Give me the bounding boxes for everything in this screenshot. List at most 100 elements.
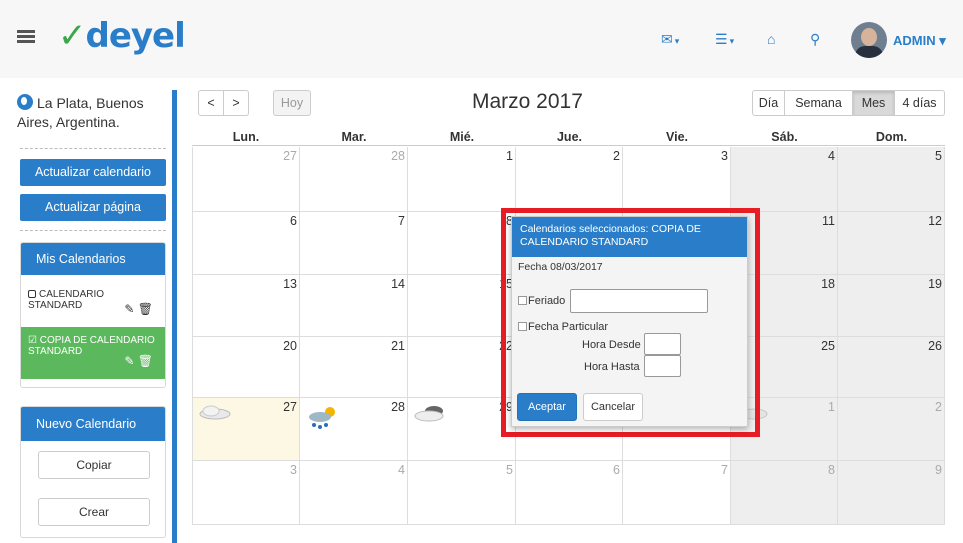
- tasks-icon[interactable]: ☰ ▾: [715, 31, 734, 48]
- weekday-header: Lun.: [192, 130, 300, 146]
- from-time-input[interactable]: [644, 333, 681, 355]
- day-cell[interactable]: 8: [731, 461, 838, 525]
- day-cell[interactable]: 3: [623, 147, 731, 212]
- update-calendar-button[interactable]: Actualizar calendario: [20, 159, 166, 186]
- holiday-checkbox[interactable]: [518, 296, 527, 305]
- deyel-logo[interactable]: ✓deyel: [58, 16, 186, 56]
- next-button[interactable]: >: [223, 90, 249, 116]
- trash-icon[interactable]: 🗑: [138, 354, 153, 368]
- day-number: 6: [613, 463, 620, 477]
- prev-button[interactable]: <: [198, 90, 224, 116]
- day-cell[interactable]: 15: [408, 275, 516, 337]
- user-menu[interactable]: ADMIN ▾: [893, 33, 946, 49]
- day-number: 4: [828, 149, 835, 163]
- day-cell[interactable]: 7: [623, 461, 731, 525]
- cloudy-icon: [414, 404, 448, 425]
- day-cell[interactable]: 5: [408, 461, 516, 525]
- day-number: 19: [928, 277, 942, 291]
- day-number: 20: [283, 339, 297, 353]
- day-cell[interactable]: 3: [192, 461, 300, 525]
- day-number: 21: [391, 339, 405, 353]
- day-cell[interactable]: 5: [838, 147, 945, 212]
- globe-icon: [17, 94, 33, 110]
- day-number: 28: [391, 400, 405, 414]
- weekday-header: Mar.: [300, 130, 408, 146]
- location: La Plata, Buenos Aires, Argentina.: [17, 94, 144, 130]
- view-day-button[interactable]: Día: [752, 90, 785, 116]
- my-calendars-title: Mis Calendarios: [21, 243, 165, 275]
- weekday-header: Sáb.: [731, 130, 838, 146]
- day-cell[interactable]: 7: [300, 212, 408, 275]
- view-month-button[interactable]: Mes: [852, 90, 895, 116]
- day-cell[interactable]: 27: [192, 147, 300, 212]
- day-cell[interactable]: 2: [516, 147, 623, 212]
- day-number: 2: [613, 149, 620, 163]
- day-number: 8: [828, 463, 835, 477]
- day-number: 18: [821, 277, 835, 291]
- avatar[interactable]: [851, 22, 887, 58]
- divider: [20, 230, 166, 231]
- day-number: 7: [398, 214, 405, 228]
- day-cell[interactable]: 21: [300, 337, 408, 398]
- today-button[interactable]: Hoy: [273, 90, 311, 116]
- day-number: 5: [506, 463, 513, 477]
- day-number: 25: [821, 339, 835, 353]
- view-week-button[interactable]: Semana: [784, 90, 853, 116]
- checkbox-icon[interactable]: [28, 290, 36, 298]
- calendar-item-standard[interactable]: CALENDARIO STANDARD ✎ 🗑: [21, 281, 165, 327]
- day-cell[interactable]: 6: [192, 212, 300, 275]
- popup-date: Fecha 08/03/2017: [518, 261, 603, 273]
- day-number: 3: [290, 463, 297, 477]
- day-cell[interactable]: 19: [838, 275, 945, 337]
- day-number: 1: [828, 400, 835, 414]
- copy-button[interactable]: Copiar: [38, 451, 150, 479]
- from-label: Hora Desde: [582, 339, 641, 351]
- day-cell[interactable]: 2: [838, 398, 945, 461]
- accept-button[interactable]: Aceptar: [517, 393, 577, 421]
- to-label: Hora Hasta: [584, 361, 640, 373]
- day-cell[interactable]: 28: [300, 147, 408, 212]
- day-number: 1: [506, 149, 513, 163]
- new-calendar-panel: Nuevo Calendario Copiar Crear: [20, 406, 166, 538]
- day-cell[interactable]: 13: [192, 275, 300, 337]
- day-cell[interactable]: 20: [192, 337, 300, 398]
- to-time-input[interactable]: [644, 355, 681, 377]
- day-cell[interactable]: 14: [300, 275, 408, 337]
- day-cell[interactable]: 4: [300, 461, 408, 525]
- holiday-name-input[interactable]: [570, 289, 708, 313]
- weekday-header: Dom.: [838, 130, 945, 146]
- day-number: 3: [721, 149, 728, 163]
- day-number: 13: [283, 277, 297, 291]
- day-cell[interactable]: 8: [408, 212, 516, 275]
- particular-date-option[interactable]: Fecha Particular: [518, 321, 608, 333]
- day-cell[interactable]: 1: [408, 147, 516, 212]
- edit-icon[interactable]: ✎: [124, 354, 134, 368]
- checked-icon[interactable]: ☑: [28, 335, 37, 346]
- day-cell[interactable]: 6: [516, 461, 623, 525]
- rain-sun-icon: [306, 404, 340, 433]
- calendar-item-copy[interactable]: ☑ COPIA DE CALENDARIO STANDARD ✎ 🗑: [21, 327, 165, 379]
- create-button[interactable]: Crear: [38, 498, 150, 526]
- day-cell[interactable]: 4: [731, 147, 838, 212]
- particular-date-checkbox[interactable]: [518, 322, 527, 331]
- day-cell[interactable]: 9: [838, 461, 945, 525]
- day-cell[interactable]: 12: [838, 212, 945, 275]
- trash-icon[interactable]: 🗑: [138, 302, 153, 316]
- weekday-header: Vie.: [623, 130, 731, 146]
- day-number: 4: [398, 463, 405, 477]
- edit-icon[interactable]: ✎: [124, 302, 134, 316]
- day-cell[interactable]: 22: [408, 337, 516, 398]
- day-number: 12: [928, 214, 942, 228]
- calendar-title: Marzo 2017: [472, 90, 583, 113]
- sidebar-scrollbar[interactable]: [172, 90, 177, 543]
- view-4days-button[interactable]: 4 días: [894, 90, 945, 116]
- top-bar: ✓deyel ✉ ▾ ☰ ▾ ⌂ ⚲ ADMIN ▾: [0, 0, 963, 78]
- holiday-option[interactable]: Feriado: [518, 295, 565, 307]
- mail-icon[interactable]: ✉ ▾: [661, 31, 679, 48]
- update-page-button[interactable]: Actualizar página: [20, 194, 166, 221]
- menu-icon[interactable]: [17, 30, 35, 44]
- day-cell[interactable]: 26: [838, 337, 945, 398]
- home-icon[interactable]: ⌂: [767, 31, 775, 47]
- search-icon[interactable]: ⚲: [810, 31, 820, 48]
- cancel-button[interactable]: Cancelar: [583, 393, 643, 421]
